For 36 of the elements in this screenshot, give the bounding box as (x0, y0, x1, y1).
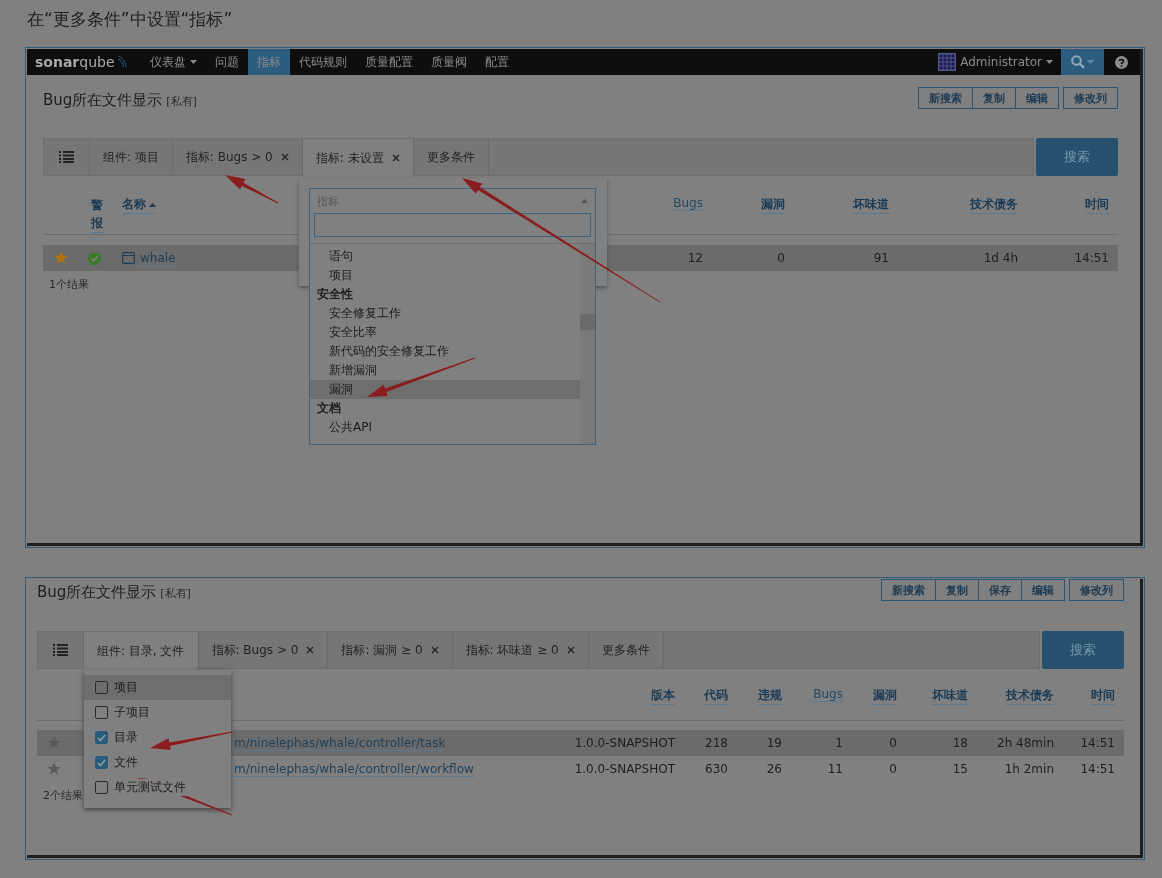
visibility-label: [私有] (166, 95, 197, 108)
result-count: 1个结果 (49, 277, 90, 292)
table-cell: 12 (687, 251, 703, 265)
option-label: 目录 (114, 729, 138, 746)
table-cell: 11 (827, 762, 843, 776)
table-cell: 218 (705, 736, 728, 750)
option-label: 项目 (114, 679, 138, 696)
table-cell: 14:51 (1074, 251, 1109, 265)
option-label: 子项目 (114, 704, 150, 721)
option-group-label: 安全性 (316, 286, 354, 303)
table-cell: 14:51 (1080, 762, 1115, 776)
table-cell: 26 (766, 762, 782, 776)
visibility-label: [私有] (160, 587, 191, 600)
table-cell: 1h 2min (1004, 762, 1054, 776)
caption: 在“更多条件”中设置“指标” (26, 8, 234, 31)
table-cell: 2h 48min (997, 736, 1054, 750)
option-label: 单元测试文件 (114, 779, 186, 796)
table-cell: 630 (705, 762, 728, 776)
option-group-label: 文档 (316, 400, 342, 417)
table-cell: 0 (889, 762, 897, 776)
table-cell: 1.0.0-SNAPSHOT (574, 762, 675, 776)
report-title: Bug所在文件显示 [私有] (43, 90, 197, 110)
report-title: Bug所在文件显示 [私有] (37, 582, 191, 602)
table-cell: 15 (952, 762, 968, 776)
table-cell: 1d 4h (983, 251, 1018, 265)
table-cell: 91 (873, 251, 889, 265)
table-cell: 1 (835, 736, 843, 750)
table-cell: 0 (889, 736, 897, 750)
table-cell: 14:51 (1080, 736, 1115, 750)
table-cell: 0 (777, 251, 785, 265)
table-cell: 19 (766, 736, 782, 750)
table-cell: 18 (952, 736, 968, 750)
result-count: 2个结果 (43, 788, 84, 803)
option-label: 文件 (114, 754, 138, 771)
logo: sonarqube (34, 53, 116, 72)
table-cell: 1.0.0-SNAPSHOT (574, 736, 675, 750)
